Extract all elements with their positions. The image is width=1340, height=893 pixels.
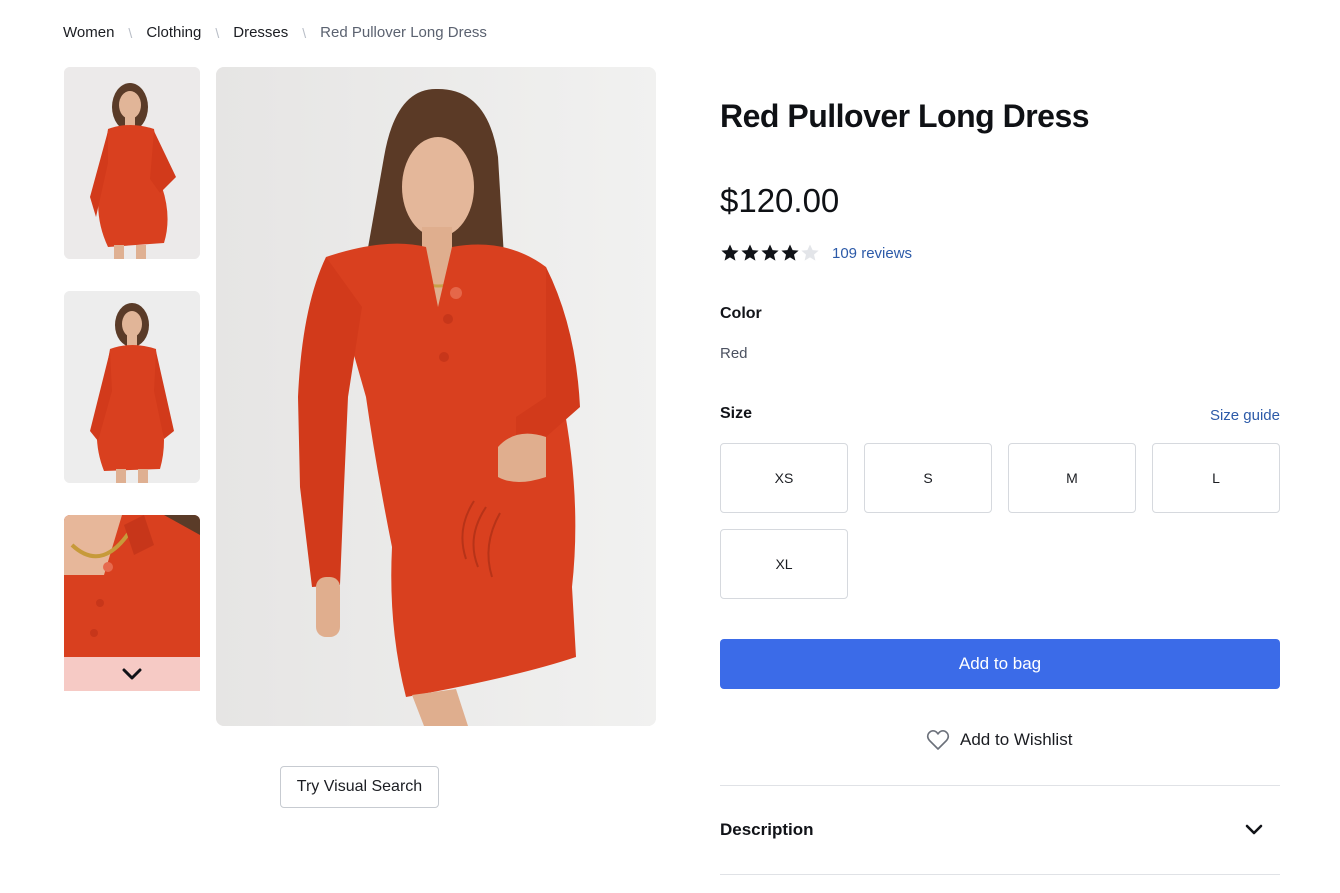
- description-accordion[interactable]: Description: [720, 806, 1280, 854]
- product-title: Red Pullover Long Dress: [720, 98, 1090, 134]
- description-label: Description: [720, 820, 814, 839]
- reviews-link[interactable]: 109 reviews: [832, 245, 912, 262]
- breadcrumb: Women \ Clothing \ Dresses \ Red Pullove…: [63, 24, 487, 41]
- heart-icon: [926, 729, 950, 750]
- star-rating: [720, 243, 820, 263]
- wishlist-label: Add to Wishlist: [960, 730, 1073, 749]
- breadcrumb-item-women[interactable]: Women: [63, 24, 114, 41]
- star-filled-icon: [741, 244, 759, 261]
- size-guide-link[interactable]: Size guide: [1210, 407, 1280, 424]
- size-label: Size: [720, 405, 753, 422]
- thumbnail-next-button[interactable]: [64, 657, 200, 691]
- divider: [720, 874, 1280, 875]
- thumbnail-1[interactable]: [64, 67, 200, 259]
- chevron-down-icon: [122, 668, 142, 680]
- size-option-l[interactable]: L: [1152, 443, 1280, 513]
- thumbnail-1-image: [64, 67, 200, 259]
- breadcrumb-item-clothing[interactable]: Clothing: [146, 24, 201, 41]
- color-label: Color: [720, 305, 762, 322]
- star-empty-icon: [801, 244, 819, 261]
- size-option-xs[interactable]: XS: [720, 443, 848, 513]
- thumbnail-2[interactable]: [64, 291, 200, 483]
- size-option-m[interactable]: M: [1008, 443, 1136, 513]
- star-filled-icon: [721, 244, 739, 261]
- color-value: Red: [720, 345, 748, 362]
- divider: [720, 785, 1280, 786]
- add-to-bag-button[interactable]: Add to bag: [720, 639, 1280, 689]
- size-option-s[interactable]: S: [864, 443, 992, 513]
- chevron-down-icon: [1245, 824, 1263, 835]
- star-filled-icon: [761, 244, 779, 261]
- star-filled-icon: [781, 244, 799, 261]
- product-price: $120.00: [720, 182, 840, 219]
- size-option-xl[interactable]: XL: [720, 529, 848, 599]
- breadcrumb-separator: \: [215, 24, 220, 41]
- main-product-image[interactable]: [216, 67, 656, 726]
- try-visual-search-button[interactable]: Try Visual Search: [280, 766, 439, 808]
- breadcrumb-item-dresses[interactable]: Dresses: [233, 24, 288, 41]
- add-to-wishlist-button[interactable]: Add to Wishlist: [926, 729, 1072, 751]
- thumbnail-2-image: [64, 291, 200, 483]
- breadcrumb-separator: \: [128, 24, 133, 41]
- breadcrumb-separator: \: [302, 24, 307, 41]
- product-photo: [216, 67, 656, 726]
- thumbnail-3[interactable]: [64, 515, 200, 691]
- breadcrumb-current: Red Pullover Long Dress: [320, 24, 487, 41]
- product-rating: 109 reviews: [720, 243, 912, 263]
